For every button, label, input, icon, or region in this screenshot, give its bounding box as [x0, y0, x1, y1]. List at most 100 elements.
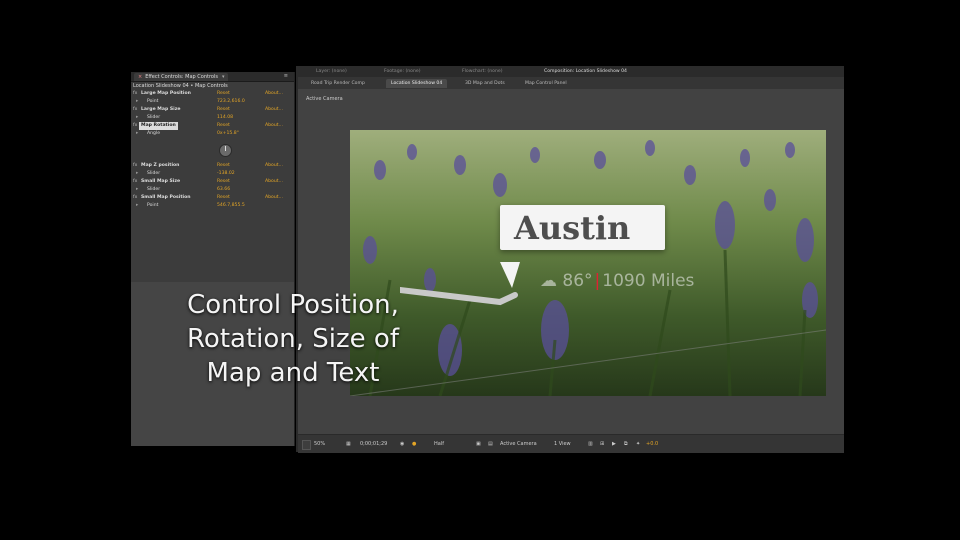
effect-name: Small Map Position — [141, 195, 191, 200]
flowchart-icon[interactable]: ⊞ — [600, 441, 604, 448]
callout-title: Austin — [514, 209, 631, 247]
panel-menu-icon[interactable]: ≡ — [284, 73, 288, 80]
effect-list: fx Large Map Position Reset About... ▸ Point 7… — [131, 90, 294, 210]
exposure-icon[interactable]: ✦ — [636, 441, 640, 448]
parameter-value[interactable]: 63.66 — [217, 186, 230, 194]
effect-row[interactable]: fx Map Rotation Reset About... — [131, 122, 294, 130]
parameter-name: Slider — [147, 187, 161, 192]
parameter-value[interactable]: 546.7,855.5 — [217, 202, 245, 210]
parameter-value[interactable]: 114.08 — [217, 114, 233, 122]
about-link[interactable]: About... — [265, 162, 283, 170]
parameter-row[interactable]: ▸ Slider 63.66 — [131, 186, 294, 194]
view-layout-dropdown[interactable]: 1 View — [554, 441, 571, 448]
parameter-row[interactable]: ▸ Point 723.2,616.0 — [131, 98, 294, 106]
reset-link[interactable]: Reset — [217, 162, 230, 170]
reset-link[interactable]: Reset — [217, 122, 230, 130]
toggle-pixel-icon[interactable]: ▥ — [588, 441, 593, 448]
expand-triangle-icon[interactable]: ▸ — [136, 130, 138, 138]
effect-controls-tabbar: × Effect Controls: Map Controls ▾ ≡ — [131, 72, 294, 82]
about-link[interactable]: About... — [265, 106, 283, 114]
effect-row[interactable]: fx Small Map Size Reset About... — [131, 178, 294, 186]
reset-link[interactable]: Reset — [217, 194, 230, 202]
fx-toggle-icon[interactable]: fx — [133, 90, 137, 98]
angle-dial[interactable] — [219, 144, 232, 157]
effect-row[interactable]: fx Large Map Position Reset About... — [131, 90, 294, 98]
effect-name: Small Map Size — [141, 179, 181, 184]
tab-composition[interactable]: Composition: Location Slideshow 04 — [544, 68, 627, 75]
fx-toggle-icon[interactable]: fx — [133, 178, 137, 186]
location-callout: Austin — [500, 205, 665, 250]
effect-controls-tab-label: Effect Controls: Map Controls — [145, 74, 218, 80]
show-channel-icon[interactable]: ● — [412, 441, 416, 448]
expand-triangle-icon[interactable]: ▸ — [136, 202, 138, 210]
info-separator: | — [594, 271, 601, 291]
tab-footage[interactable]: Footage: (none) — [384, 68, 421, 75]
parameter-value[interactable]: 0x+15.8° — [217, 130, 239, 138]
timeline-icon[interactable]: ⧉ — [624, 441, 628, 448]
fx-toggle-icon[interactable]: fx — [133, 106, 137, 114]
tutorial-frame: × Effect Controls: Map Controls ▾ ≡ Locati… — [0, 0, 960, 540]
transparency-grid-icon[interactable]: ▤ — [488, 441, 493, 448]
fx-toggle-icon[interactable]: fx — [133, 162, 137, 170]
resolution-dropdown[interactable]: Half — [434, 441, 444, 448]
fx-toggle-icon[interactable]: fx — [133, 122, 137, 130]
breadcrumb: Location Slideshow 04 • Map Controls — [133, 83, 228, 89]
zoom-dropdown[interactable]: 50% — [314, 441, 325, 448]
viewer-toolbar: 50% ▦ 0;00;01;29 ◉ ● Half ▣ ▤ Active Cam… — [298, 434, 844, 453]
parameter-name: Angle — [147, 131, 161, 136]
reset-link[interactable]: Reset — [217, 178, 230, 186]
effect-row[interactable]: fx Map Z position Reset About... — [131, 162, 294, 170]
effect-name: Map Z position — [141, 163, 180, 168]
reset-link[interactable]: Reset — [217, 90, 230, 98]
caption-line-2: Rotation, Size of — [187, 324, 399, 354]
about-link[interactable]: About... — [265, 90, 283, 98]
expand-triangle-icon[interactable]: ▸ — [136, 170, 138, 178]
distance-value: 1090 Miles — [602, 271, 695, 291]
expand-triangle-icon[interactable]: ▸ — [136, 98, 138, 106]
composition-tabbar: Road Trip Render Comp Location Slideshow… — [298, 77, 844, 89]
effect-name: Large Map Size — [141, 107, 181, 112]
exposure-value[interactable]: +0.0 — [646, 441, 658, 448]
expand-triangle-icon[interactable]: ▸ — [136, 114, 138, 122]
about-link[interactable]: About... — [265, 194, 283, 202]
cloud-icon: ☁ — [540, 271, 557, 291]
about-link[interactable]: About... — [265, 178, 283, 186]
tab-layer[interactable]: Layer: (none) — [316, 68, 347, 75]
fast-preview-icon[interactable]: ▶ — [612, 441, 616, 448]
tab-map-control-panel[interactable]: Map Control Panel — [520, 79, 572, 88]
parameter-name: Slider — [147, 171, 161, 176]
effect-spacer — [131, 154, 294, 162]
timecode[interactable]: 0;00;01;29 — [360, 441, 387, 448]
effect-row[interactable]: fx Small Map Position Reset About... — [131, 194, 294, 202]
effect-name: Large Map Position — [141, 91, 191, 96]
fx-toggle-icon[interactable]: fx — [133, 194, 137, 202]
close-icon[interactable]: × — [138, 74, 142, 80]
reset-link[interactable]: Reset — [217, 106, 230, 114]
tab-flowchart[interactable]: Flowchart: (none) — [462, 68, 502, 75]
parameter-row[interactable]: ▸ Angle 0x+15.8° — [131, 130, 294, 138]
effect-row[interactable]: fx Large Map Size Reset About... — [131, 106, 294, 114]
about-link[interactable]: About... — [265, 122, 283, 130]
parameter-value[interactable]: 723.2,616.0 — [217, 98, 245, 106]
grid-icon[interactable]: ▦ — [346, 441, 351, 448]
parameter-name: Point — [147, 99, 159, 104]
temperature-value: 86° — [562, 271, 593, 291]
parameter-value[interactable]: -138.02 — [217, 170, 235, 178]
region-of-interest-icon[interactable]: ▣ — [476, 441, 481, 448]
active-camera-label: Active Camera — [306, 96, 343, 102]
tab-road-trip-render-comp[interactable]: Road Trip Render Comp — [306, 79, 370, 88]
effect-name: Map Rotation — [139, 122, 178, 130]
parameter-row[interactable]: ▸ Slider 114.08 — [131, 114, 294, 122]
effect-controls-tab[interactable]: × Effect Controls: Map Controls ▾ — [134, 73, 229, 81]
viewer-tabbar: Layer: (none) Footage: (none) Flowchart:… — [298, 66, 844, 77]
camera-dropdown[interactable]: Active Camera — [500, 441, 537, 448]
expand-triangle-icon[interactable]: ▸ — [136, 186, 138, 194]
effect-spacer — [131, 138, 294, 146]
parameter-row[interactable]: ▸ Slider -138.02 — [131, 170, 294, 178]
tab-3d-map-and-dots[interactable]: 3D Map and Dots — [460, 79, 510, 88]
always-preview-icon[interactable] — [302, 440, 311, 450]
chevron-down-icon[interactable]: ▾ — [222, 74, 225, 80]
snapshot-icon[interactable]: ◉ — [400, 441, 404, 448]
parameter-row[interactable]: ▸ Point 546.7,855.5 — [131, 202, 294, 210]
tab-location-slideshow-04[interactable]: Location Slideshow 04 — [386, 79, 448, 88]
